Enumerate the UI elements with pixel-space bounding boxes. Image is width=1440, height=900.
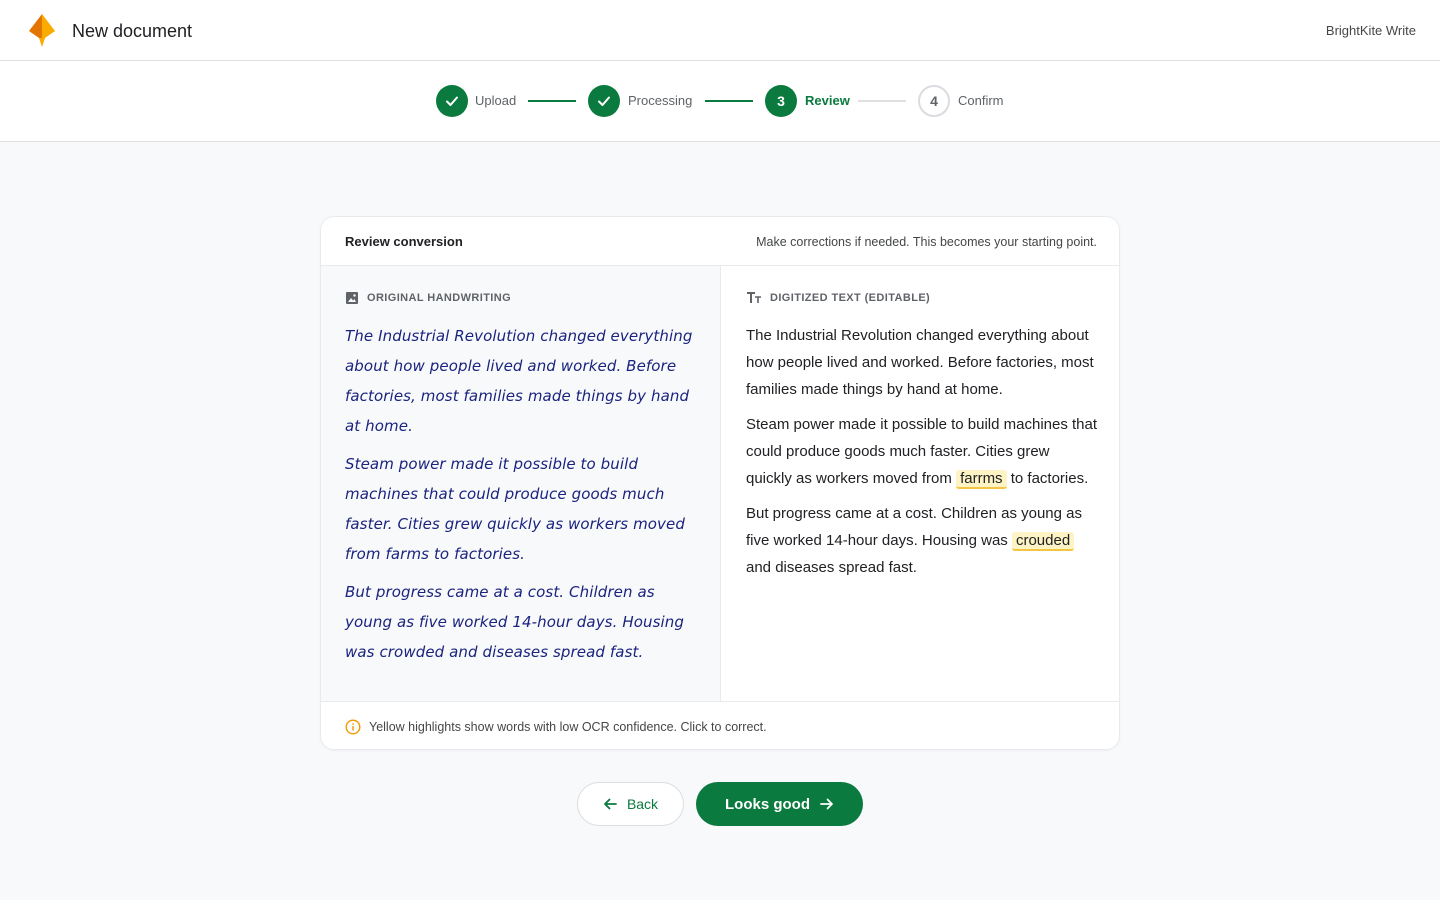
step-processing-label: Processing [628,93,693,108]
card-header: Review conversion Make corrections if ne… [321,217,1119,266]
handwriting-paragraph: But progress came at a cost. Children as… [345,583,685,661]
digitized-paragraph: But progress came at a cost. Children as… [746,500,1098,581]
handwriting-image: The Industrial Revolution changed everyt… [345,321,697,675]
step-review-label: Review [805,93,850,108]
arrow-right-icon [820,798,833,810]
step-processing-check-icon [588,85,620,117]
back-button-label: Back [626,796,659,812]
step-upload-check-icon [436,85,468,117]
original-handwriting-header: ORIGINAL HANDWRITING [345,291,511,305]
digitized-paragraph: Steam power made it possible to build ma… [746,411,1098,492]
digitized-text-label: DIGITIZED TEXT (EDITABLE) [770,292,931,304]
digitized-paragraph: The Industrial Revolution changed everyt… [746,327,1094,398]
document-title: New document [72,21,193,41]
image-icon [346,292,358,304]
digitized-text-run: to factories. [1006,470,1089,487]
step-connector [528,100,576,102]
progress-stepper: Upload Processing 3 Review 4 Confirm [0,61,1440,142]
step-review-number: 3 [765,85,797,117]
digitized-text-editor[interactable]: The Industrial Revolution changed everyt… [746,322,1098,589]
ocr-confidence-note: Yellow highlights show words with low OC… [345,719,767,735]
low-confidence-word[interactable]: farrms [956,470,1007,489]
handwriting-paragraph: The Industrial Revolution changed everyt… [345,327,693,435]
step-upload-label: Upload [475,93,517,108]
card-subtitle: Make corrections if needed. This becomes… [756,235,1097,249]
ocr-confidence-text: Yellow highlights show words with low OC… [369,720,767,734]
low-confidence-word[interactable]: crouded [1011,532,1075,551]
original-handwriting-pane: ORIGINAL HANDWRITING The Industrial Revo… [321,266,721,701]
top-bar: New document BrightKite Write [0,0,1440,61]
digitized-text-header: DIGITIZED TEXT (EDITABLE) [746,291,930,305]
original-handwriting-label: ORIGINAL HANDWRITING [367,292,512,304]
step-confirm-label: Confirm [958,93,1004,108]
step-connector [705,100,753,102]
brand-name: BrightKite Write [1325,23,1416,38]
step-connector [858,100,906,102]
digitized-text-pane: DIGITIZED TEXT (EDITABLE) The Industrial… [722,266,1119,701]
looks-good-button[interactable]: Looks good [696,782,863,826]
text-format-icon [747,292,761,303]
back-button[interactable]: Back [577,782,684,826]
card-title: Review conversion [345,234,463,249]
card-footer: Yellow highlights show words with low OC… [321,701,1119,749]
handwriting-paragraph: Steam power made it possible to build ma… [345,455,685,563]
review-card: Review conversion Make corrections if ne… [320,216,1120,750]
arrow-left-icon [604,798,617,810]
digitized-text-run: and diseases spread fast. [746,559,917,576]
brightkite-logo-icon [29,14,55,47]
info-icon [345,719,361,735]
looks-good-button-label: Looks good [725,795,810,813]
step-confirm-number: 4 [918,85,950,117]
